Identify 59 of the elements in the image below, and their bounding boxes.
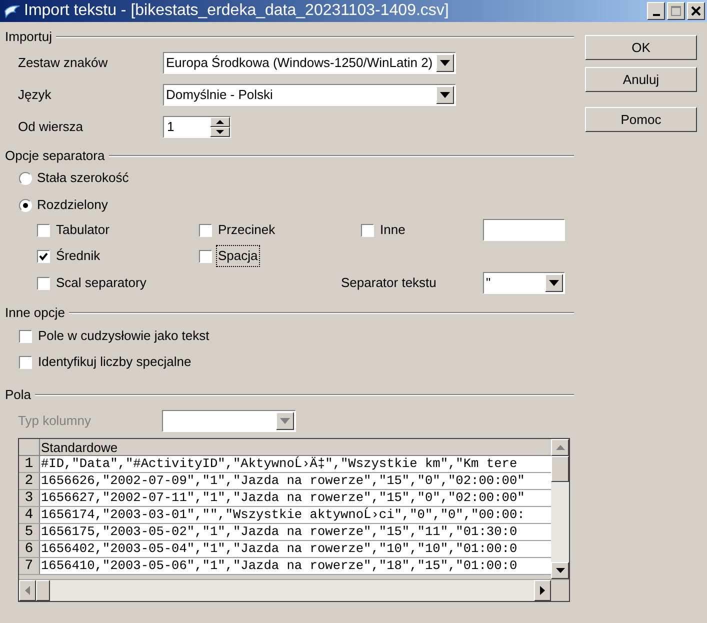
dialog-button[interactable]: Pomoc bbox=[585, 107, 697, 132]
close-button[interactable] bbox=[687, 2, 705, 20]
field-label: Typ kolumny bbox=[17, 412, 92, 430]
field-label: Zestaw znaków bbox=[17, 54, 109, 72]
scroll-right-icon bbox=[540, 586, 545, 595]
spin-up-icon bbox=[216, 120, 224, 124]
dropdown-arrow-icon bbox=[440, 60, 450, 66]
checkbox[interactable]: Inne bbox=[361, 220, 406, 240]
checkbox[interactable]: Identyfikuj liczby specjalne bbox=[19, 352, 192, 372]
minimize-icon bbox=[652, 14, 660, 16]
field-label: Separator tekstu bbox=[341, 274, 438, 292]
table-cell: #ID,"Data","#ActivityID","AktywnoĹ›Ä‡","Wszystkie km","Km tere bbox=[40, 456, 551, 472]
radio-button[interactable]: Rozdzielony bbox=[19, 196, 574, 214]
column-header[interactable]: Standardowe bbox=[40, 439, 551, 455]
language-dropdown[interactable]: Domyślnie - Polski bbox=[163, 84, 456, 106]
spin-down-icon bbox=[216, 130, 224, 134]
dialog-button[interactable]: OK bbox=[585, 35, 697, 60]
row-spinner[interactable]: 1 bbox=[163, 116, 231, 138]
section-title: Pola bbox=[5, 386, 32, 404]
horizontal-scrollbar[interactable] bbox=[19, 580, 551, 601]
maximize-button[interactable] bbox=[667, 2, 685, 20]
scroll-down-icon bbox=[556, 568, 564, 573]
table-cell: 1656410,"2003-05-06","1","Jazda na rowerze","18","15","01:00:0 bbox=[40, 558, 551, 574]
dropdown-arrow-icon bbox=[280, 418, 290, 424]
window-title: Import tekstu - [bikestats_erdeka_data_20231103-1409.csv] bbox=[24, 1, 450, 21]
table-cell: 1656627,"2002-07-11","1","Jazda na rowerze","15","0","02:00:00" bbox=[40, 490, 551, 506]
vertical-scrollbar[interactable] bbox=[551, 439, 569, 579]
table-cell: 1656175,"2003-05-02","1","Jazda na rowerze","15","11","01:30:0 bbox=[40, 524, 551, 540]
table-cell: 1656174,"2003-03-01","","Wszystkie aktywnoĹ›ci","0","0","00:00: bbox=[40, 507, 551, 523]
section-title: Importuj bbox=[5, 28, 52, 46]
checkbox[interactable]: Spacja bbox=[199, 246, 259, 266]
text-delimiter-dropdown[interactable]: " bbox=[483, 272, 565, 294]
dialog-button[interactable]: Anuluj bbox=[585, 67, 697, 92]
app-logo-icon bbox=[4, 3, 20, 19]
scroll-left-icon bbox=[25, 586, 30, 595]
checkbox[interactable]: Pole w cudzysłowie jako tekst bbox=[19, 326, 210, 346]
charset-dropdown[interactable]: Europa Środkowa (Windows-1250/WinLatin 2) bbox=[163, 52, 456, 74]
section-title: Inne opcje bbox=[5, 304, 65, 322]
scroll-thumb[interactable] bbox=[36, 580, 50, 601]
scroll-up-icon bbox=[556, 445, 564, 450]
table-cell: 1656626,"2002-07-09","1","Jazda na rowerze","15","0","02:00:00" bbox=[40, 473, 551, 489]
section-title: Opcje separatora bbox=[5, 147, 105, 166]
dropdown-arrow-icon bbox=[440, 92, 450, 98]
field-label: Język bbox=[17, 86, 52, 104]
maximize-icon bbox=[671, 6, 681, 16]
column-type-dropdown[interactable] bbox=[162, 410, 296, 432]
checkbox[interactable]: Średnik bbox=[37, 246, 102, 266]
minimize-button[interactable] bbox=[647, 2, 665, 20]
field-label: Od wiersza bbox=[17, 118, 84, 136]
radio-button[interactable]: Stała szerokość bbox=[19, 169, 574, 187]
other-separator-field[interactable] bbox=[483, 219, 565, 241]
table-cell: 1656402,"2003-05-04","1","Jazda na rowerze","10","10","01:00:0 bbox=[40, 541, 551, 557]
dropdown-arrow-icon bbox=[549, 280, 559, 286]
checkbox[interactable]: Scal separatory bbox=[37, 273, 341, 293]
checkbox[interactable]: Przecinek bbox=[199, 220, 276, 240]
close-icon bbox=[691, 6, 701, 16]
scroll-thumb[interactable] bbox=[551, 456, 569, 482]
checkbox[interactable]: Tabulator bbox=[37, 220, 110, 240]
check-icon bbox=[39, 252, 48, 260]
